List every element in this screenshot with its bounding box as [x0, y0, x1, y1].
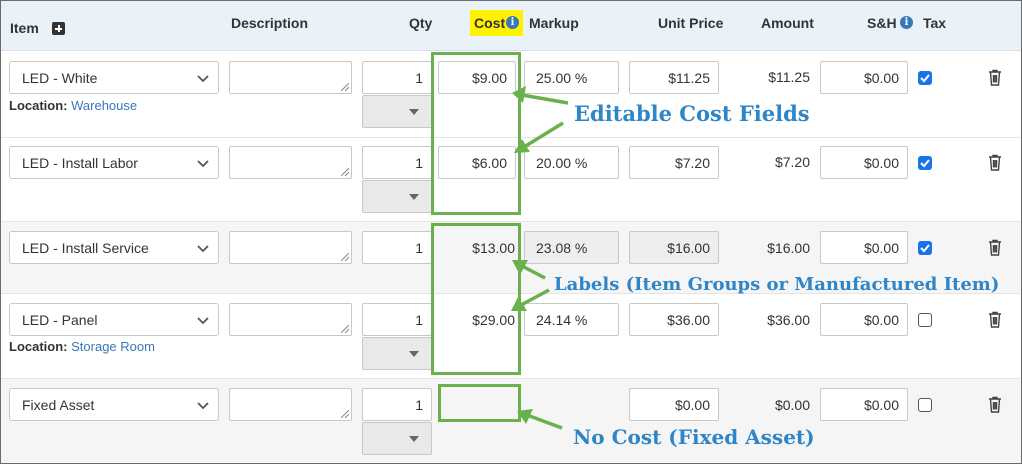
annotation-arrows [511, 86, 569, 430]
callout-labels: Labels (Item Groups or Manufactured Item… [554, 274, 1000, 295]
arrow-no-cost [526, 413, 563, 430]
callout-no-cost: No Cost (Fixed Asset) [573, 425, 815, 449]
arrow-editable-1 [521, 93, 569, 105]
arrow-editable-2 [523, 121, 564, 149]
arrow-labels-2 [520, 288, 550, 307]
arrow-labels-1 [521, 264, 546, 280]
callout-editable-cost: Editable Cost Fields [574, 101, 810, 126]
